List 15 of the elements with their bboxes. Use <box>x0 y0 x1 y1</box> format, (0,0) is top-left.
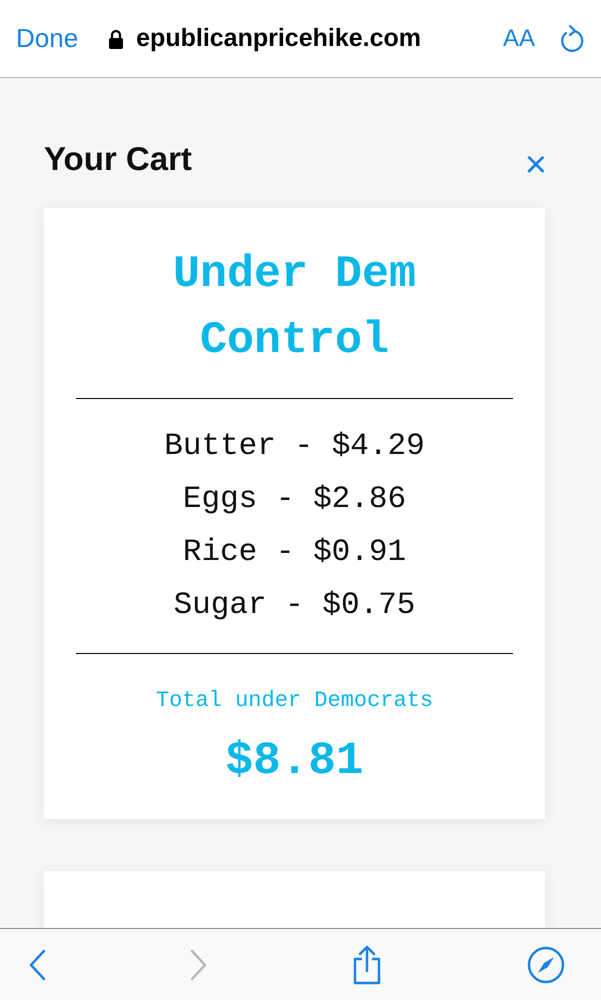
close-button[interactable]: × <box>524 146 547 184</box>
total-price: $8.81 <box>225 735 364 787</box>
cart-item: Butter - $4.29 <box>164 428 425 466</box>
lock-icon <box>108 28 124 48</box>
back-icon[interactable] <box>28 948 46 980</box>
compass-icon[interactable] <box>526 946 565 984</box>
cart-item: Rice - $0.91 <box>182 534 406 572</box>
cart-item: Sugar - $0.75 <box>174 587 416 625</box>
text-size-button[interactable]: AA <box>502 24 535 52</box>
cart-title: Your Cart <box>44 140 192 178</box>
done-button[interactable]: Done <box>16 23 78 54</box>
url-text[interactable]: epublicanpricehike.com <box>136 24 421 53</box>
total-label: Total under Democrats <box>156 688 434 713</box>
cart-item: Eggs - $2.86 <box>182 481 406 519</box>
card-heading: Under Dem Control <box>172 248 418 368</box>
